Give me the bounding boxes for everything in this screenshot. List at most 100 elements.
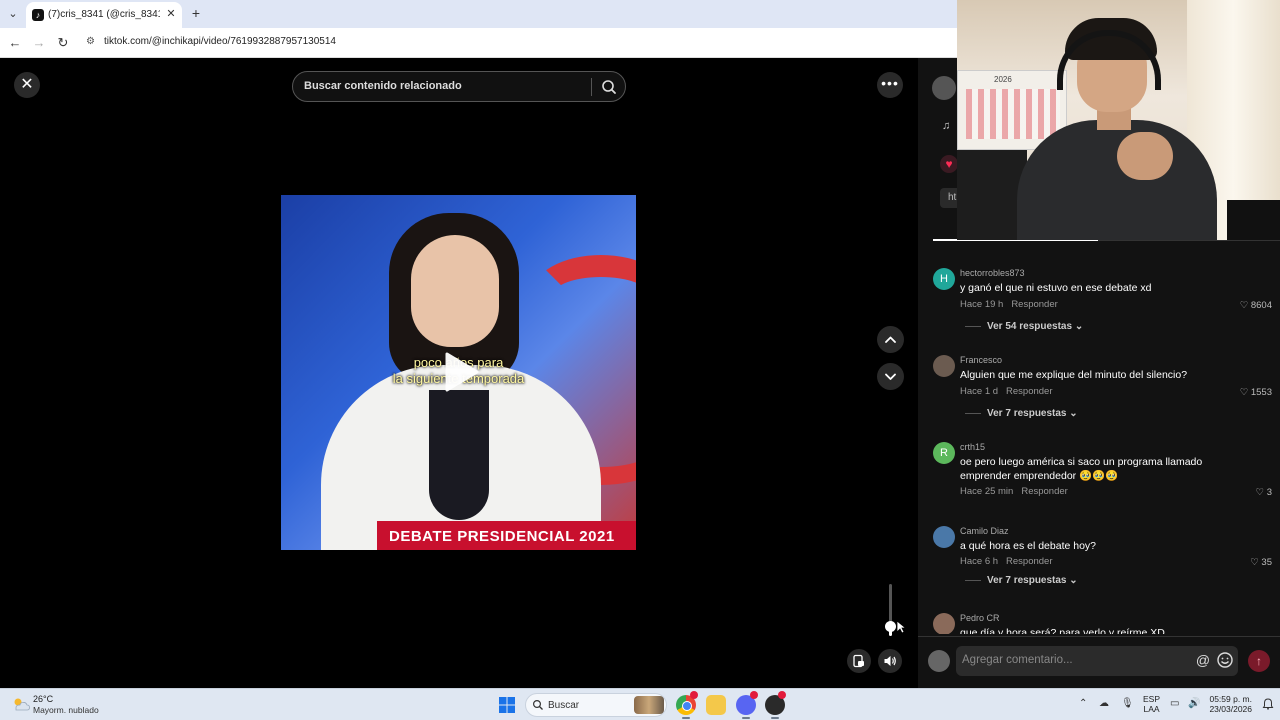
view-replies-button[interactable]: Ver 7 respuestas ⌄ xyxy=(965,575,1078,586)
comment-like-button[interactable]: ♡ 8604 xyxy=(1240,300,1272,311)
avatar[interactable]: H xyxy=(933,268,955,290)
next-video-button[interactable] xyxy=(877,363,904,390)
avatar[interactable] xyxy=(933,526,955,548)
windows-start-icon[interactable] xyxy=(499,697,515,713)
comment-like-button[interactable]: ♡ 35 xyxy=(1250,557,1272,568)
app-active-indicator xyxy=(771,717,779,719)
comment-time: Hace 25 min xyxy=(960,486,1014,497)
comment-username[interactable]: Camilo Diaz xyxy=(960,526,1009,536)
comment-like-button[interactable]: ♡ 1553 xyxy=(1240,387,1272,398)
comment-list: H hectorrobles873 y ganó el que ni estuv… xyxy=(918,258,1280,634)
previous-video-button[interactable] xyxy=(877,326,904,353)
comment-meta: Hace 6 h Responder xyxy=(960,556,1053,567)
video-background-shape xyxy=(531,255,636,335)
user-avatar[interactable] xyxy=(928,650,950,672)
clock-time: 05:59 p. m. xyxy=(1209,694,1252,704)
comment-input-placeholder: Agregar comentario... xyxy=(962,654,1073,666)
tab-search-icon[interactable]: ⌄ xyxy=(4,5,22,23)
reply-button[interactable]: Responder xyxy=(1021,486,1067,497)
comment-username[interactable]: Pedro CR xyxy=(960,613,1000,623)
search-icon[interactable] xyxy=(599,77,619,97)
site-info-icon[interactable]: ⚙ xyxy=(86,36,98,48)
webcam-person xyxy=(1117,132,1173,180)
comment-like-count: 3 xyxy=(1266,487,1272,498)
mention-icon[interactable]: @ xyxy=(1194,651,1212,669)
reply-button[interactable]: Responder xyxy=(1006,386,1052,397)
app-active-indicator xyxy=(742,717,750,719)
volume-slider-handle[interactable] xyxy=(885,620,896,632)
view-replies-label: Ver 54 respuestas xyxy=(987,321,1073,332)
more-options-button[interactable]: ••• xyxy=(877,72,903,98)
tab-title: (7)cris_8341 (@cris_8341) | TikT xyxy=(48,9,160,20)
like-icon[interactable]: ♥ xyxy=(940,155,958,173)
clock[interactable]: 05:59 p. m. 23/03/2026 xyxy=(1208,694,1252,714)
weather-description[interactable]: Mayorm. nublado xyxy=(33,705,99,715)
speaker-icon[interactable]: 🔊 xyxy=(1188,698,1200,709)
comment-like-button[interactable]: ♡ 3 xyxy=(1256,487,1272,498)
view-replies-label: Ver 7 respuestas xyxy=(987,408,1067,419)
comment-username[interactable]: hectorrobles873 xyxy=(960,268,1025,278)
weather-cloud-icon[interactable] xyxy=(12,697,30,711)
browser-tab[interactable]: ♪ (7)cris_8341 (@cris_8341) | TikT ✕ xyxy=(26,2,182,28)
notification-badge xyxy=(750,691,758,699)
search-icon xyxy=(532,699,543,710)
tab-close-icon[interactable]: ✕ xyxy=(164,7,178,21)
keyboard-language[interactable]: ESP LAA xyxy=(1143,694,1160,714)
music-note-icon[interactable]: ♫ xyxy=(942,120,950,132)
view-replies-button[interactable]: Ver 7 respuestas ⌄ xyxy=(965,408,1078,419)
comment-like-count: 1553 xyxy=(1250,387,1272,398)
comment-time: Hace 19 h xyxy=(960,299,1004,310)
taskbar-search[interactable]: Buscar xyxy=(525,693,667,717)
emoji-icon[interactable] xyxy=(1216,651,1234,669)
comment-username[interactable]: Francesco xyxy=(960,355,1002,365)
related-search-bar[interactable]: Buscar contenido relacionado xyxy=(292,71,626,102)
video-person xyxy=(411,235,499,347)
comment-text: oe pero luego américa si saco un program… xyxy=(960,456,1203,482)
picture-in-picture-button[interactable] xyxy=(847,649,871,673)
avatar[interactable]: R xyxy=(933,442,955,464)
comment-text: que día y hora será? para verlo y reírme… xyxy=(960,627,1165,634)
url-field[interactable]: tiktok.com/@inchikapi/video/761993288795… xyxy=(104,36,336,47)
reload-icon[interactable]: ↻ xyxy=(54,34,72,52)
search-input[interactable]: Buscar contenido relacionado xyxy=(304,80,462,92)
comment-username[interactable]: crth15 xyxy=(960,442,985,452)
chevron-up-icon[interactable]: ⌃ xyxy=(1079,698,1087,709)
file-explorer-icon[interactable] xyxy=(706,695,726,715)
calendar-year: 2026 xyxy=(994,75,1012,84)
creator-avatar[interactable] xyxy=(932,76,956,100)
display-icon[interactable]: ▭ xyxy=(1170,698,1179,709)
comment-like-count: 35 xyxy=(1261,557,1272,568)
new-tab-icon[interactable]: + xyxy=(188,5,204,21)
comment-input[interactable]: Agregar comentario... @ xyxy=(956,646,1238,676)
avatar[interactable] xyxy=(933,355,955,377)
video-banner-text: DEBATE PRESIDENCIAL 2021 xyxy=(389,528,615,545)
weather-temperature[interactable]: 26°C xyxy=(33,694,53,704)
reply-button[interactable]: Responder xyxy=(1011,299,1057,310)
webcam-microphone xyxy=(1227,200,1280,240)
webcam-person xyxy=(1017,120,1217,240)
view-replies-label: Ver 7 respuestas xyxy=(987,575,1067,586)
address-bar: ← → ↻ ⚙ tiktok.com/@inchikapi/video/7619… xyxy=(0,28,958,58)
video-player[interactable]: DEBATE PRESIDENCIAL 2021 poco años para … xyxy=(281,195,636,550)
avatar[interactable] xyxy=(933,613,955,634)
video-page: ✕ Buscar contenido relacionado ••• DEBAT… xyxy=(0,58,918,688)
view-replies-button[interactable]: Ver 54 respuestas ⌄ xyxy=(965,321,1083,332)
notification-badge xyxy=(778,691,786,699)
comment-meta: Hace 1 d Responder xyxy=(960,386,1053,397)
volume-button[interactable] xyxy=(878,649,902,673)
microphone-icon[interactable]: 🎙 xyxy=(1121,698,1134,709)
close-video-button[interactable]: ✕ xyxy=(14,72,40,98)
back-icon[interactable]: ← xyxy=(6,34,24,52)
forward-icon[interactable]: → xyxy=(30,34,48,52)
network-icon[interactable]: ☁ xyxy=(1099,698,1109,709)
search-divider xyxy=(591,78,592,96)
reply-button[interactable]: Responder xyxy=(1006,556,1052,567)
send-comment-button[interactable]: ↑ xyxy=(1248,650,1270,672)
comment-text: a qué hora es el debate hoy? xyxy=(960,540,1097,552)
mouse-cursor-icon xyxy=(896,620,906,634)
clock-date: 23/03/2026 xyxy=(1209,704,1252,714)
notification-badge xyxy=(690,691,698,699)
play-icon[interactable] xyxy=(443,352,479,392)
notification-bell-icon[interactable] xyxy=(1262,698,1274,710)
tiktok-favicon-icon: ♪ xyxy=(32,9,44,21)
